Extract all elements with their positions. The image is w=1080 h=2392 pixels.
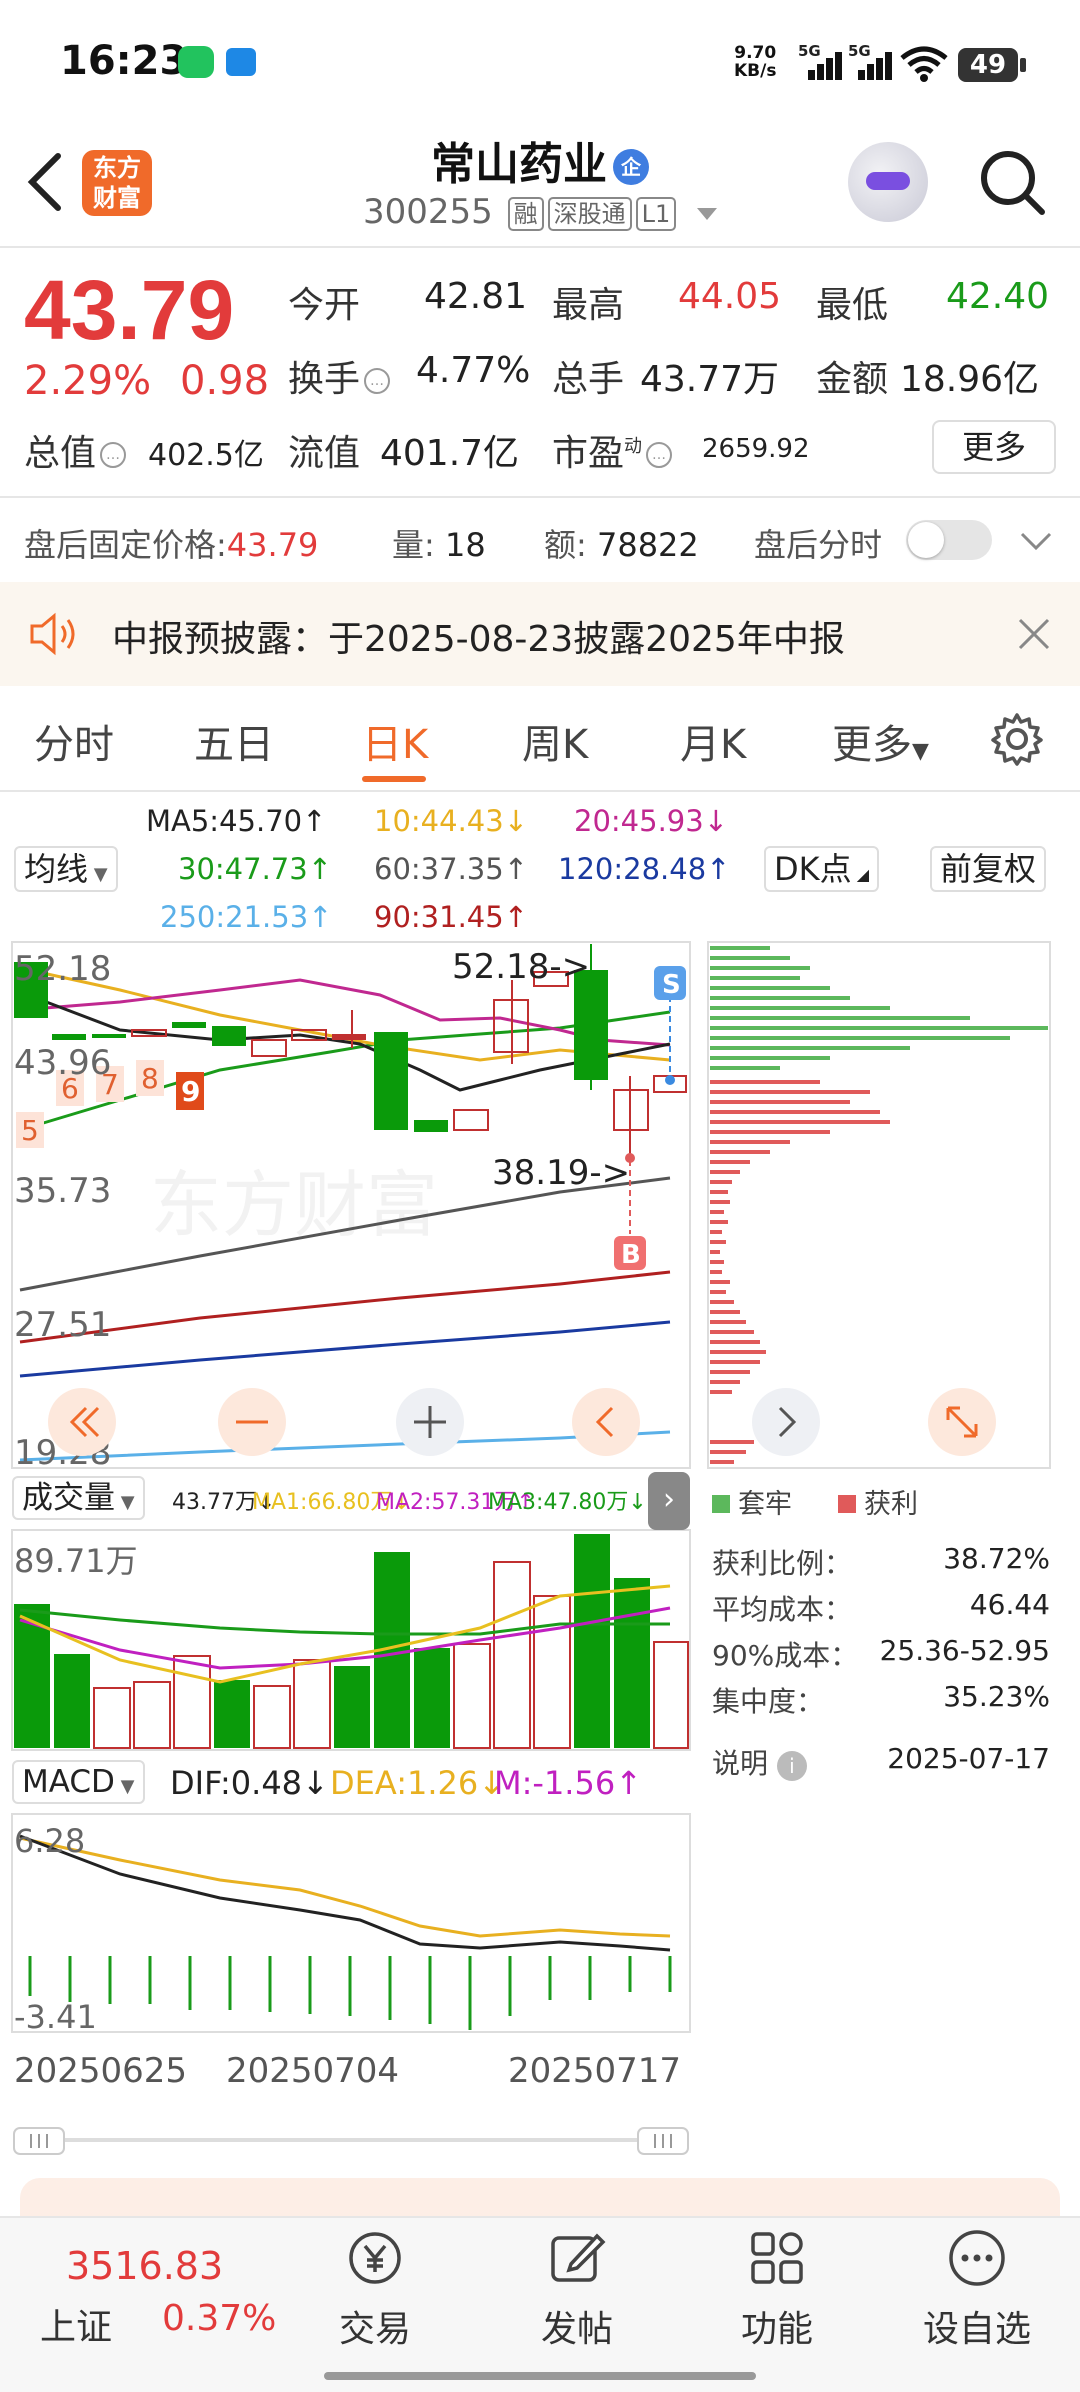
svg-text:S: S <box>662 970 681 1000</box>
note-link[interactable]: 说明 i <box>712 1742 807 1782</box>
nav-trade[interactable]: 交易 <box>300 2226 450 2352</box>
svg-text:52.18->: 52.18-> <box>452 947 590 987</box>
nav-post[interactable]: 发帖 <box>502 2226 652 2352</box>
svg-text:B: B <box>621 1240 641 1270</box>
index-name[interactable]: 上证 <box>40 2298 112 2350</box>
macd-dea: DEA:1.26↓ <box>330 1764 506 1802</box>
vol-ma3: MA3:47.80万↓ <box>488 1490 647 1515</box>
svg-text:43.96: 43.96 <box>14 1043 111 1083</box>
index-pct[interactable]: 0.37% <box>162 2298 276 2339</box>
svg-text:-3.41: -3.41 <box>14 1998 97 2036</box>
watermark: 东方财富 <box>150 1163 438 1247</box>
macd-bars <box>28 1956 672 2030</box>
grid-icon <box>751 2232 803 2284</box>
more-dots-icon <box>949 2230 1005 2286</box>
svg-text:35.73: 35.73 <box>14 1171 111 1211</box>
avg-cost-value: 46.44 <box>969 1588 1050 1621</box>
legend-profit: 获利 <box>838 1482 918 1521</box>
macd-dif: DIF:0.48↓ <box>170 1764 329 1802</box>
legend-locked: 套牢 <box>712 1482 792 1521</box>
concentration-label: 集中度： <box>712 1685 825 1718</box>
chip-date: 2025-07-17 <box>887 1742 1050 1775</box>
macd-m: M:-1.56↑ <box>494 1764 642 1802</box>
svg-text:27.51: 27.51 <box>14 1305 111 1345</box>
index-value[interactable]: 3516.83 <box>66 2244 223 2288</box>
svg-text:9: 9 <box>181 1075 200 1108</box>
nav-add-watchlist[interactable]: 设自选 <box>902 2226 1052 2352</box>
svg-text:5: 5 <box>21 1114 39 1147</box>
svg-text:6.28: 6.28 <box>14 1822 85 1860</box>
profit-ratio-value: 38.72% <box>943 1542 1050 1575</box>
avg-cost-label: 平均成本： <box>712 1593 853 1626</box>
macd-selector[interactable]: MACD ▼ <box>12 1760 145 1804</box>
nav-functions[interactable]: 功能 <box>702 2226 852 2352</box>
kline-chart[interactable]: 东方财富 S B 5 6 7 8 9 52.18 43.96 35.73 27.… <box>0 0 1080 2392</box>
svg-text:20250625: 20250625 <box>14 2051 187 2091</box>
cost90-label: 90%成本： <box>712 1639 859 1672</box>
volume-selector[interactable]: 成交量 ▼ <box>12 1476 145 1520</box>
svg-text:8: 8 <box>141 1062 159 1095</box>
svg-text:52.18: 52.18 <box>14 949 111 989</box>
trade-icon <box>349 2232 401 2284</box>
chip-next-button <box>752 1388 820 1456</box>
svg-text:20250717: 20250717 <box>508 2051 681 2091</box>
info-icon: i <box>776 1751 807 1781</box>
svg-text:20250704: 20250704 <box>226 2051 399 2091</box>
home-indicator[interactable] <box>324 2372 756 2380</box>
chip-distribution <box>710 946 1048 1464</box>
panel-expand-icon[interactable]: › <box>648 1472 690 1530</box>
cost90-value: 25.36-52.95 <box>879 1634 1050 1667</box>
svg-text:89.71万: 89.71万 <box>14 1542 138 1580</box>
step-back-button <box>572 1388 640 1456</box>
profit-ratio-label: 获利比例： <box>712 1547 853 1580</box>
edit-icon <box>551 2233 606 2282</box>
concentration-value: 35.23% <box>943 1680 1050 1713</box>
svg-text:38.19->: 38.19-> <box>492 1153 630 1193</box>
ma250-line <box>19 1430 671 1462</box>
promo-strip[interactable] <box>20 2178 1060 2218</box>
